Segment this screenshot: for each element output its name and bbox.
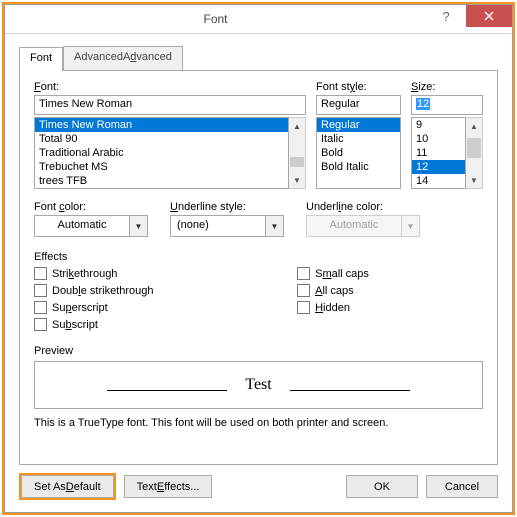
font-dialog: Font ? Font AdvancedAdvanced Font: Times… [4,4,513,513]
list-item[interactable]: 14 [412,174,465,188]
tab-strip: Font AdvancedAdvanced [5,34,512,70]
tab-font[interactable]: Font [19,47,63,71]
list-item[interactable]: Regular [317,118,400,132]
effect-checkbox[interactable]: Hidden [297,301,483,314]
font-listbox[interactable]: Times New RomanTotal 90Traditional Arabi… [34,117,289,189]
list-item[interactable]: 12 [412,160,465,174]
list-item[interactable]: Italic [317,132,400,146]
checkbox-box[interactable] [297,284,310,297]
font-style-listbox[interactable]: RegularItalicBoldBold Italic [316,117,401,189]
font-scrollbar[interactable]: ▲ ▼ [289,117,306,189]
chevron-down-icon[interactable]: ▼ [130,215,148,237]
tab-advanced[interactable]: AdvancedAdvanced [63,46,183,70]
checkbox-label: Small caps [315,268,369,280]
size-input[interactable]: 12 [411,95,483,115]
chevron-down-icon[interactable]: ▼ [266,215,284,237]
size-listbox[interactable]: 910111214 [411,117,466,189]
titlebar: Font ? [5,5,512,34]
size-scrollbar[interactable]: ▲ ▼ [466,117,483,189]
font-input[interactable]: Times New Roman [34,95,306,115]
checkbox-box[interactable] [297,267,310,280]
tab-advanced-label: Advanced [123,51,172,63]
list-item[interactable]: Bold [317,146,400,160]
ok-button[interactable]: OK [346,475,418,498]
checkbox-box[interactable] [34,267,47,280]
underline-style-combo[interactable]: (none) ▼ [170,215,284,237]
list-item[interactable]: trees TFB [35,174,288,188]
text-effects-button[interactable]: Text Effects... [124,475,213,498]
checkbox-label: Strikethrough [52,268,117,280]
font-style-label: Font style: [316,81,401,93]
effect-checkbox[interactable]: Superscript [34,301,257,314]
tab-panel-font: Font: Times New Roman Times New RomanTot… [19,70,498,465]
checkbox-box[interactable] [34,284,47,297]
effect-checkbox[interactable]: Double strikethrough [34,284,257,297]
font-color-label: Font color: [34,201,148,213]
font-note: This is a TrueType font. This font will … [34,417,483,429]
preview-rule-left [107,390,227,391]
scroll-up-icon[interactable]: ▲ [289,118,305,134]
list-item[interactable]: Total 90 [35,132,288,146]
set-default-highlight: Set As Default [19,473,116,500]
dialog-title: Font [5,12,426,26]
checkbox-label: Superscript [52,302,108,314]
close-button[interactable] [466,5,512,27]
underline-style-label: Underline style: [170,201,284,213]
scroll-thumb[interactable] [290,157,304,167]
font-label: Font: [34,81,306,93]
list-item[interactable]: 9 [412,118,465,132]
help-button[interactable]: ? [426,5,466,27]
list-item[interactable]: 11 [412,146,465,160]
checkbox-box[interactable] [297,301,310,314]
effect-checkbox[interactable]: Strikethrough [34,267,257,280]
scroll-up-icon[interactable]: ▲ [466,118,482,134]
effect-checkbox[interactable]: Subscript [34,318,257,331]
effects-label: Effects [34,251,483,263]
checkbox-box[interactable] [34,318,47,331]
cancel-button[interactable]: Cancel [426,475,498,498]
checkbox-label: All caps [315,285,354,297]
list-item[interactable]: Trebuchet MS [35,160,288,174]
font-style-input[interactable]: Regular [316,95,401,115]
list-item[interactable]: Traditional Arabic [35,146,288,160]
checkbox-label: Double strikethrough [52,285,154,297]
scroll-thumb[interactable] [467,138,481,158]
font-color-combo[interactable]: Automatic ▼ [34,215,148,237]
scroll-down-icon[interactable]: ▼ [466,172,482,188]
list-item[interactable]: 10 [412,132,465,146]
preview-box: Test [34,361,483,409]
set-as-default-button[interactable]: Set As Default [21,475,114,498]
checkbox-label: Hidden [315,302,350,314]
size-label: Size: [411,81,483,93]
checkbox-label: Subscript [52,319,98,331]
close-icon [484,11,494,21]
preview-label: Preview [34,345,483,357]
chevron-down-icon: ▼ [402,215,420,237]
checkbox-box[interactable] [34,301,47,314]
preview-rule-right [290,390,410,391]
effect-checkbox[interactable]: All caps [297,284,483,297]
effect-checkbox[interactable]: Small caps [297,267,483,280]
list-item[interactable]: Times New Roman [35,118,288,132]
preview-sample: Test [245,376,271,394]
underline-color-label: Underline color: [306,201,420,213]
list-item[interactable]: Bold Italic [317,160,400,174]
scroll-down-icon[interactable]: ▼ [289,172,305,188]
underline-color-combo: Automatic ▼ [306,215,420,237]
